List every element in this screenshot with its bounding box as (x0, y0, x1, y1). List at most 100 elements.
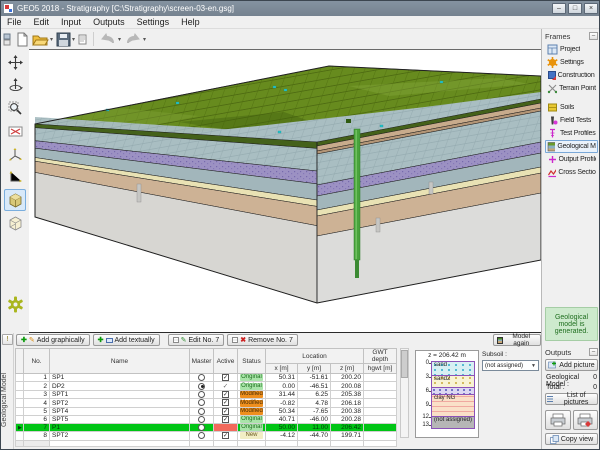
sidebar-item-cross-sections[interactable]: Cross Sections (545, 166, 598, 179)
add-picture-button[interactable]: Add picture (545, 359, 598, 371)
pan-tool-icon[interactable] (4, 51, 26, 73)
view-settings-gear-icon[interactable] (4, 293, 26, 315)
master-radio[interactable] (198, 416, 205, 423)
zoom-tool-icon[interactable] (4, 97, 26, 119)
menu-file[interactable]: File (1, 16, 28, 29)
remove-row-button[interactable]: ✖ Remove No. 7 (227, 334, 298, 346)
minimize-button[interactable]: – (552, 3, 566, 14)
active-checkbox[interactable]: ✓ (222, 391, 229, 398)
col-location[interactable]: Location (266, 349, 364, 364)
active-checkbox[interactable]: ✓ (222, 374, 229, 381)
list-of-pictures-button[interactable]: List of pictures (545, 393, 598, 405)
outputs-collapse-icon[interactable]: – (589, 348, 598, 356)
sidebar-item-soils[interactable]: Soils (545, 101, 598, 114)
master-radio[interactable] (198, 391, 205, 398)
table-scrollbar[interactable] (400, 348, 409, 438)
copy-settings-icon[interactable] (77, 30, 89, 48)
add-textually-button[interactable]: ✚ Add textually (93, 334, 160, 346)
col-x[interactable]: x [m] (266, 364, 298, 374)
menu-settings[interactable]: Settings (131, 16, 176, 29)
open-file-icon[interactable]: ▾ (31, 30, 54, 48)
col-y[interactable]: y [m] (298, 364, 331, 374)
sidebar-item-construction-site[interactable]: Construction site (545, 69, 598, 82)
undo-dropdown-icon[interactable]: ▾ (118, 36, 121, 43)
soil-layer-sand[interactable]: sand (431, 361, 475, 376)
geological-model-3d (29, 50, 541, 332)
col-status[interactable]: Status (238, 349, 266, 374)
new-file-icon[interactable] (14, 30, 30, 48)
rotate-tool-icon[interactable] (4, 74, 26, 96)
axes-view-icon[interactable] (4, 143, 26, 165)
marker-column-header (16, 349, 24, 374)
table-row[interactable]: 8SPT2 ✓ New -4.12-44.70199.71 (16, 432, 397, 440)
col-name[interactable]: Name (50, 349, 190, 374)
col-active[interactable]: Active (214, 349, 238, 374)
col-gwt-sub[interactable]: hgwt [m] (364, 364, 397, 374)
active-missing-cell[interactable] (214, 424, 238, 432)
copy-view-button[interactable]: Copy view (545, 433, 598, 445)
table-row[interactable]: 5SPT4 ✓ Modified 50.34-7.65200.38 (16, 407, 397, 415)
soil-layer-clay-ng[interactable]: clay NG (431, 394, 475, 417)
save-dropdown-icon[interactable]: ▾ (72, 36, 75, 43)
open-dropdown-icon[interactable]: ▾ (50, 36, 53, 43)
print-button[interactable] (545, 410, 571, 430)
redo-icon[interactable]: ▾ (123, 30, 147, 48)
sidebar-item-field-tests[interactable]: Field Tests (545, 114, 598, 127)
menu-outputs[interactable]: Outputs (87, 16, 131, 29)
save-file-icon[interactable]: ▾ (55, 30, 76, 48)
sidebar-item-terrain-points[interactable]: Terrain Points (545, 82, 598, 95)
sidebar-item-geological-model[interactable]: Geological Model (545, 140, 598, 153)
axes-bent-icon[interactable] (4, 166, 26, 188)
menu-edit[interactable]: Edit (28, 16, 56, 29)
table-row[interactable]: 2DP2 ✓ Original 0.00-46.51200.08 (16, 382, 397, 391)
col-no[interactable]: No. (24, 349, 50, 374)
close-button[interactable]: × (584, 3, 598, 14)
sidebar-item-output-profiles[interactable]: Output Profiles (545, 153, 598, 166)
frame-warning-icon[interactable]: ! (2, 334, 13, 345)
master-radio[interactable] (198, 408, 205, 415)
edit-row-button[interactable]: ✎ Edit No. 7 (168, 334, 225, 346)
subsoil-dropdown[interactable]: (not assigned) ▼ (482, 360, 539, 371)
undo-icon[interactable]: ▾ (98, 30, 122, 48)
col-z[interactable]: z [m] (331, 364, 364, 374)
col-master[interactable]: Master (190, 349, 214, 374)
table-row[interactable]: 6SPT5 ✓ Original 40.71-46.00200.28 (16, 415, 397, 423)
table-scrollbar-thumb[interactable] (401, 350, 408, 378)
master-radio[interactable] (198, 424, 205, 431)
master-radio[interactable] (198, 399, 205, 406)
master-radio-selected[interactable] (198, 383, 205, 390)
table-row[interactable]: 3SPT1 ✓ Modified 31.446.25205.38 (16, 391, 397, 399)
soil-layer-not-assigned[interactable]: (not assigned) (431, 416, 475, 429)
active-checkbox[interactable]: ✓ (222, 432, 229, 439)
add-graphically-button[interactable]: ✚ ✎ Add graphically (16, 334, 90, 346)
model-again-button[interactable]: Model again (493, 334, 541, 346)
borehole-gray-1 (137, 184, 141, 202)
maximize-button[interactable]: □ (568, 3, 582, 14)
master-radio[interactable] (198, 432, 205, 439)
shaded-view-icon[interactable] (4, 189, 26, 211)
frames-collapse-icon[interactable]: – (589, 32, 598, 40)
menu-help[interactable]: Help (175, 16, 206, 29)
view-tools (1, 49, 29, 333)
master-radio[interactable] (198, 374, 205, 381)
sidebar-item-settings[interactable]: Settings (545, 56, 598, 69)
active-checkbox[interactable]: ✓ (222, 416, 229, 423)
panel-toggle-icon[interactable] (2, 30, 13, 48)
wireframe-view-icon[interactable] (4, 212, 26, 234)
model-3d-viewport[interactable] (29, 49, 541, 333)
app-icon (4, 4, 13, 13)
col-gwt[interactable]: GWT depth (364, 349, 397, 364)
active-checkbox[interactable]: ✓ (222, 399, 229, 406)
table-row[interactable]: 1SP1 ✓ Original 50.31-51.61200.20 (16, 374, 397, 382)
active-checkbox[interactable]: ✓ (222, 408, 229, 415)
redo-dropdown-icon[interactable]: ▾ (143, 36, 146, 43)
sidebar-item-test-profiles[interactable]: Test Profiles (545, 127, 598, 140)
sidebar-item-project[interactable]: Project (545, 43, 598, 56)
model-generated-status-badge: Geological model is generated. (545, 307, 598, 341)
table-row[interactable]: 4SPT2 ✓ Modified -0.824.78206.18 (16, 399, 397, 407)
table-row-selected[interactable]: ▶ 7P1 Original 50.0011.00206.42 (16, 424, 397, 432)
menu-input[interactable]: Input (55, 16, 87, 29)
cross-sections-icon (547, 167, 556, 178)
print-preview-button[interactable] (573, 410, 599, 430)
cancel-view-icon[interactable] (4, 120, 26, 142)
